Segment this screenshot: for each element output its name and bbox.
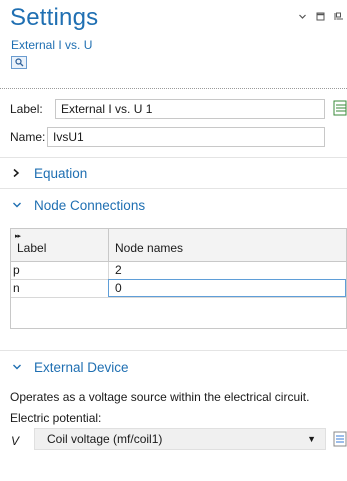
section-equation[interactable]: Equation: [10, 164, 87, 182]
electric-potential-caption: Electric potential:: [10, 411, 102, 425]
pin-icon[interactable]: [334, 10, 343, 20]
header-divider: [0, 88, 347, 89]
row-node-cell[interactable]: 2: [109, 262, 346, 279]
section-divider: [0, 157, 347, 158]
row-label-cell: p: [11, 262, 109, 279]
window-controls: [298, 10, 343, 21]
variable-symbol: V: [11, 434, 20, 448]
chevron-right-icon: [13, 168, 20, 178]
table-row[interactable]: p 2: [11, 262, 346, 280]
chevron-down-icon: ▼: [307, 434, 316, 444]
select-value: Coil voltage (mf/coil1): [47, 432, 163, 446]
device-description: Operates as a voltage source within the …: [10, 390, 310, 404]
row-label-cell: n: [11, 280, 109, 297]
document-button[interactable]: [333, 99, 347, 117]
document-icon: [333, 100, 347, 116]
insert-expression-icon: [333, 431, 347, 447]
label-caption: Label:: [10, 102, 43, 116]
search-button[interactable]: [11, 56, 27, 69]
search-icon: [15, 58, 24, 67]
node-subtitle: External I vs. U: [11, 38, 93, 52]
section-external-device-label: External Device: [34, 359, 129, 375]
table-empty-area: [11, 298, 346, 328]
electric-potential-select[interactable]: Coil voltage (mf/coil1) ▼: [34, 428, 326, 450]
section-node-connections[interactable]: Node Connections: [10, 196, 145, 214]
section-divider: [0, 350, 347, 351]
settings-header: Settings External I vs. U: [0, 0, 347, 88]
chevron-down-icon[interactable]: [298, 10, 307, 19]
chevron-down-icon: [13, 364, 21, 370]
page-title: Settings: [10, 4, 99, 31]
section-node-connections-label: Node Connections: [34, 197, 146, 213]
row-node-cell[interactable]: 0: [108, 279, 346, 297]
insert-expression-button[interactable]: [333, 430, 347, 448]
name-field[interactable]: IvsU1: [47, 127, 325, 147]
chevron-down-icon: [13, 202, 21, 208]
section-divider: [0, 188, 347, 189]
restore-window-icon[interactable]: [316, 10, 325, 21]
section-external-device[interactable]: External Device: [10, 358, 129, 376]
table-row[interactable]: n 0: [11, 279, 346, 298]
label-row: Label:: [10, 99, 56, 119]
column-header-label[interactable]: ▸▸ Label: [11, 229, 109, 261]
table-header: ▸▸ Label Node names: [11, 229, 346, 262]
expand-arrows-icon: ▸▸: [15, 233, 21, 240]
node-connections-table: ▸▸ Label Node names p 2 n 0: [10, 228, 347, 329]
column-header-node-names[interactable]: Node names: [109, 229, 346, 261]
column-label-text: Label: [17, 241, 47, 255]
label-field[interactable]: External I vs. U 1: [55, 99, 325, 119]
section-equation-label: Equation: [34, 165, 88, 181]
column-node-names-text: Node names: [115, 241, 184, 255]
